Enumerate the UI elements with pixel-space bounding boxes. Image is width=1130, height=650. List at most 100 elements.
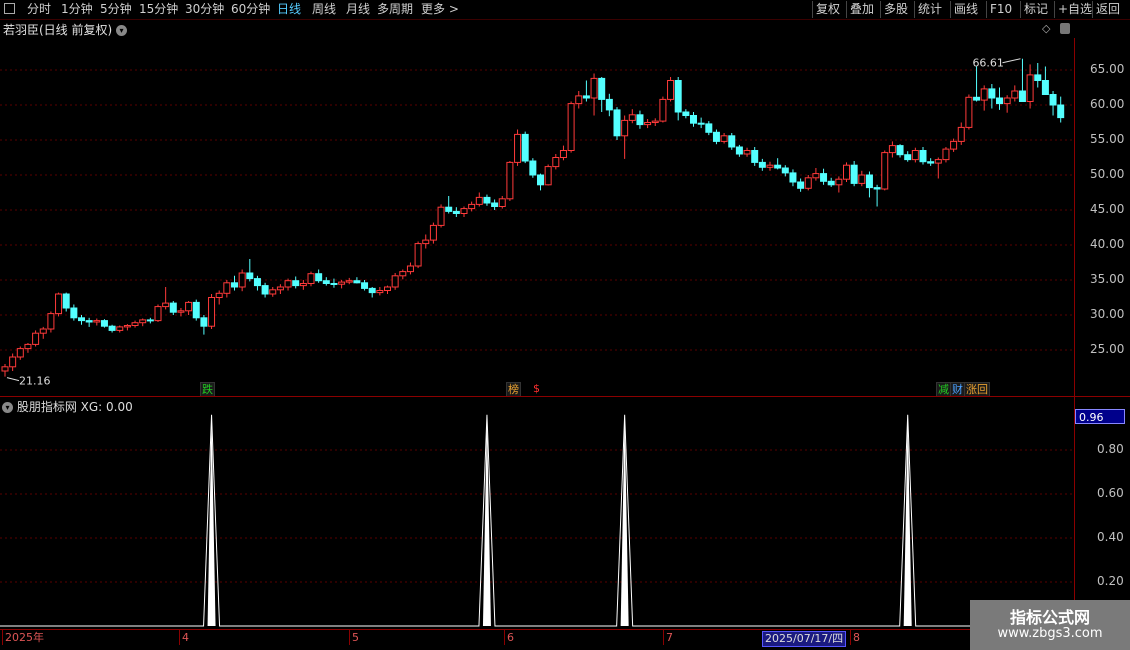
- candle-body: [460, 208, 468, 215]
- candle-body: [996, 97, 1003, 105]
- candle-body: [146, 319, 154, 322]
- toolbar-button[interactable]: +自选: [1054, 1, 1095, 18]
- candle-body: [774, 164, 782, 169]
- candle-body: [208, 297, 216, 327]
- candle-body: [934, 159, 942, 164]
- max-price-label: 66.61: [972, 57, 1004, 70]
- indicator-tick: 0.60: [1097, 486, 1124, 500]
- period-tab[interactable]: 5分钟: [100, 1, 132, 18]
- candle-body: [422, 239, 430, 245]
- candle-body: [55, 293, 63, 315]
- candle-body: [399, 271, 407, 277]
- toolbar-button[interactable]: 叠加: [846, 1, 877, 18]
- candle-body: [498, 198, 506, 208]
- candle-body: [353, 280, 361, 284]
- candle-body: [628, 114, 636, 121]
- candle-body: [85, 320, 93, 323]
- period-tab[interactable]: 30分钟: [185, 1, 224, 18]
- candle-body: [1026, 74, 1034, 103]
- candle-body: [559, 150, 567, 158]
- xg-peak: [482, 414, 491, 626]
- candle-body: [437, 206, 445, 226]
- diamond-icon[interactable]: ◇: [1042, 22, 1050, 35]
- period-tab[interactable]: 分时: [27, 1, 51, 18]
- candle-body: [667, 80, 675, 100]
- candle-body: [797, 181, 805, 189]
- date-tick: 8: [853, 631, 860, 644]
- candle-body: [246, 272, 254, 280]
- candle-body: [980, 88, 988, 101]
- toolbar-button[interactable]: 复权: [812, 1, 843, 18]
- axis-divider: [1074, 38, 1075, 630]
- candle-body: [919, 150, 927, 163]
- chevron-down-icon[interactable]: ▾: [116, 25, 128, 36]
- indicator-chart[interactable]: [0, 397, 1074, 629]
- candle-body: [131, 322, 139, 327]
- candle-body: [215, 292, 223, 299]
- period-tab[interactable]: 多周期: [377, 1, 413, 18]
- period-tab[interactable]: 日线: [277, 1, 301, 18]
- candle-body: [950, 140, 958, 150]
- candle-body: [47, 313, 55, 330]
- toolbar-button[interactable]: 多股: [880, 1, 911, 18]
- candle-body: [307, 273, 315, 284]
- candle-body: [414, 243, 422, 267]
- period-tab[interactable]: 月线: [346, 1, 370, 18]
- watermark: 指标公式网 www.zbgs3.com: [970, 600, 1130, 650]
- candle-body: [468, 203, 476, 210]
- candle-body: [177, 310, 185, 313]
- period-tab[interactable]: 60分钟: [231, 1, 270, 18]
- toolbar-button[interactable]: 返回: [1092, 1, 1123, 18]
- signal-marker: 涨回: [964, 382, 990, 397]
- candle-body: [575, 95, 583, 105]
- period-tab[interactable]: 1分钟: [61, 1, 93, 18]
- toolbar-button[interactable]: 统计: [914, 1, 945, 18]
- candle-body: [973, 96, 981, 101]
- candle-body: [957, 126, 965, 142]
- candle-body: [843, 164, 850, 180]
- toolbar-button[interactable]: 标记: [1020, 1, 1051, 18]
- price-tick: 50.00: [1090, 167, 1125, 181]
- settings-icon[interactable]: [1060, 23, 1070, 34]
- candle-body: [223, 282, 231, 294]
- candle-body: [276, 286, 284, 291]
- candle-body: [78, 317, 85, 322]
- candle-body: [345, 280, 353, 283]
- candle-body: [315, 273, 323, 282]
- candle-body: [904, 154, 912, 161]
- candle-body: [942, 148, 950, 161]
- period-tab[interactable]: 周线: [312, 1, 336, 18]
- toolbar-button[interactable]: 画线: [950, 1, 981, 18]
- candle-body: [988, 88, 996, 99]
- candle-body: [590, 77, 598, 99]
- window-icon[interactable]: [4, 3, 15, 14]
- toolbar-button[interactable]: F10: [986, 1, 1015, 18]
- candle-body: [896, 145, 904, 156]
- candle-body: [605, 98, 613, 111]
- candle-body: [690, 115, 697, 124]
- watermark-title: 指标公式网: [1009, 608, 1090, 627]
- price-tick: 55.00: [1090, 132, 1125, 146]
- candle-body: [123, 325, 131, 328]
- xg-peak: [620, 414, 629, 626]
- candle-body: [743, 150, 751, 155]
- candle-body: [651, 120, 659, 123]
- candle-body: [253, 278, 261, 287]
- xg-line: [0, 414, 1074, 627]
- candle-body: [705, 123, 713, 133]
- candle-body: [911, 150, 919, 161]
- candle-body: [338, 281, 346, 285]
- candle-body: [697, 122, 705, 125]
- period-tab[interactable]: 更多 >: [421, 1, 459, 18]
- price-tick: 60.00: [1090, 97, 1125, 111]
- indicator-tick: 0.80: [1097, 442, 1124, 456]
- candle-body: [812, 173, 820, 179]
- candle-body: [789, 172, 797, 183]
- candle-body: [1049, 94, 1057, 106]
- candle-body: [659, 98, 667, 122]
- candle-body: [391, 275, 399, 288]
- candlestick-chart[interactable]: 66.61 21.16: [0, 38, 1074, 395]
- period-tab[interactable]: 15分钟: [139, 1, 178, 18]
- signal-marker: 财: [950, 382, 965, 397]
- candle-body: [299, 283, 307, 287]
